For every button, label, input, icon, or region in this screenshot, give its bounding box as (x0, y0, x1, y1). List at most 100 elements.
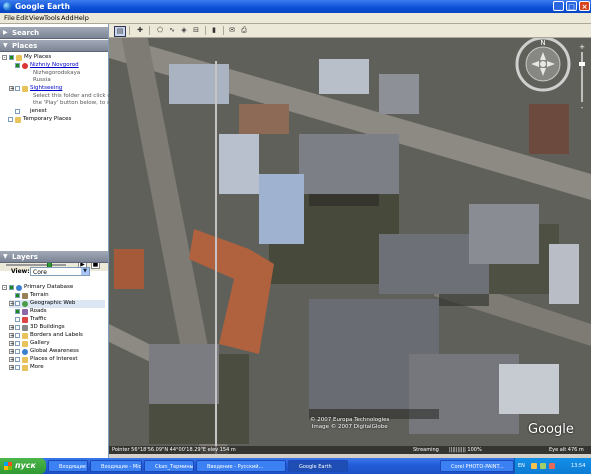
folder-icon (22, 86, 28, 92)
email-icon[interactable]: ✉ (227, 26, 237, 35)
globe-icon (16, 285, 22, 291)
places-header[interactable]: ▼ Places (0, 40, 108, 52)
terrain-icon (22, 293, 28, 299)
menu-bar: File Edit View Tools Add Help (0, 13, 591, 24)
taskbar: пуск Входящие - Micro... Входящие - Micr… (0, 458, 591, 474)
minimize-button[interactable]: _ (553, 1, 564, 11)
print-icon[interactable]: ⎙ (239, 26, 249, 35)
checkbox[interactable] (15, 365, 20, 370)
placemark-icon (22, 63, 28, 69)
checkbox[interactable] (15, 357, 20, 362)
map-edge-scroll (215, 61, 217, 454)
svg-text:N: N (540, 39, 545, 47)
tree-expander[interactable]: + (9, 365, 14, 371)
folder-icon (22, 357, 28, 363)
task-terms[interactable]: Ckan_Термины (144, 460, 194, 472)
checkbox[interactable] (15, 86, 20, 91)
layers-header[interactable]: ▼ Layers (0, 251, 108, 263)
language-indicator[interactable]: EN (518, 458, 525, 474)
checkbox[interactable] (15, 309, 20, 314)
view-select[interactable]: Core ▼ (30, 267, 90, 276)
polygon-tool-icon[interactable]: ⬠ (155, 26, 165, 35)
path-tool-icon[interactable]: ∿ (167, 26, 177, 35)
task-outlook-1[interactable]: Входящие - Micro... (48, 460, 88, 472)
tree-expander[interactable]: - (2, 55, 7, 61)
menu-tools[interactable]: Tools (44, 14, 60, 22)
checkbox[interactable] (9, 285, 14, 290)
title-bar: Google Earth _ □ × (0, 0, 591, 13)
folder-icon (22, 365, 28, 371)
sky-tool-icon[interactable]: ▮ (209, 26, 219, 35)
toolbar-separator (149, 26, 150, 35)
globe-icon (22, 301, 28, 307)
collapse-arrow-icon: ▼ (3, 42, 8, 49)
start-button[interactable]: пуск (0, 458, 46, 474)
chevron-down-icon[interactable]: ▼ (81, 268, 89, 275)
checkbox[interactable] (15, 317, 20, 322)
pointer-coordinates: Pointer 56°18'56.09"N 44°00'18.29"E elev… (112, 447, 236, 453)
checkbox[interactable] (15, 293, 20, 298)
checkbox[interactable] (8, 117, 13, 122)
streaming-progress: |||||||||| 100% (449, 447, 482, 453)
menu-add[interactable]: Add (61, 14, 74, 22)
checkbox[interactable] (15, 301, 20, 306)
tree-expander[interactable]: + (9, 349, 14, 355)
task-word-intro[interactable]: Введение - Русский... (196, 460, 286, 472)
tree-expander[interactable]: + (9, 357, 14, 363)
nizhny-description-2: Russia (33, 77, 51, 83)
placemark-tool-icon[interactable]: ✚ (135, 26, 145, 35)
google-earth-icon (3, 2, 12, 11)
menu-edit[interactable]: Edit (16, 14, 29, 22)
traffic-icon (22, 317, 28, 323)
gallery-icon (22, 341, 28, 347)
toolbar-separator (223, 26, 224, 35)
borders-icon (22, 333, 28, 339)
windows-flag-icon (4, 462, 12, 470)
tree-expander[interactable]: - (2, 285, 7, 291)
system-tray: EN 13:54 (514, 458, 591, 474)
tree-expander[interactable]: + (9, 86, 14, 92)
navigation-compass-icon[interactable]: N (515, 36, 571, 92)
menu-file[interactable]: File (4, 14, 15, 22)
checkbox[interactable] (15, 325, 20, 330)
tray-icon[interactable] (549, 463, 555, 469)
sidebar-toggle-icon[interactable]: ▤ (114, 26, 126, 37)
view-label: View: (11, 268, 30, 275)
svg-text:+: + (579, 43, 585, 51)
collapse-arrow-icon: ▼ (3, 253, 8, 260)
search-header[interactable]: ▶ Search (0, 27, 108, 39)
task-outlook-2[interactable]: Входящие - Micro... (90, 460, 142, 472)
checkbox[interactable] (15, 349, 20, 354)
tray-icon[interactable] (540, 463, 546, 469)
menu-help[interactable]: Help (74, 14, 89, 22)
tree-expander[interactable]: + (9, 301, 14, 307)
eye-altitude: Eye alt 476 m (549, 447, 584, 453)
toolbar-separator (205, 26, 206, 35)
overlay-tool-icon[interactable]: ◈ (179, 26, 189, 35)
checkbox[interactable] (15, 333, 20, 338)
left-panel: ▶ Search ▼ Places - My Places Nizhniy No… (0, 24, 127, 464)
checkbox[interactable] (15, 341, 20, 346)
layer-geographic-web[interactable]: + Geographic Web (9, 300, 105, 308)
road-icon (22, 309, 28, 315)
task-google-earth[interactable]: Google Earth (288, 460, 348, 472)
toolbar-separator (129, 26, 130, 35)
maximize-button[interactable]: □ (566, 1, 577, 11)
window-title: Google Earth (15, 2, 70, 11)
tree-expander[interactable]: + (9, 333, 14, 339)
tray-icon[interactable] (531, 463, 537, 469)
zoom-slider[interactable]: + - (578, 42, 586, 112)
checkbox[interactable] (9, 55, 14, 60)
layers-view-row: View: Core ▼ (0, 266, 108, 278)
close-button[interactable]: × (579, 1, 590, 11)
globe-icon (22, 349, 28, 355)
ruler-tool-icon[interactable]: ⊟ (191, 26, 201, 35)
task-corel[interactable]: Corel PHOTO-PAINT... (440, 460, 514, 472)
expand-arrow-icon: ▶ (3, 29, 8, 36)
tree-expander[interactable]: + (9, 325, 14, 331)
menu-view[interactable]: View (29, 14, 44, 22)
tree-expander[interactable]: + (9, 341, 14, 347)
building-icon (22, 325, 28, 331)
checkbox[interactable] (15, 63, 20, 68)
checkbox[interactable] (15, 109, 20, 114)
